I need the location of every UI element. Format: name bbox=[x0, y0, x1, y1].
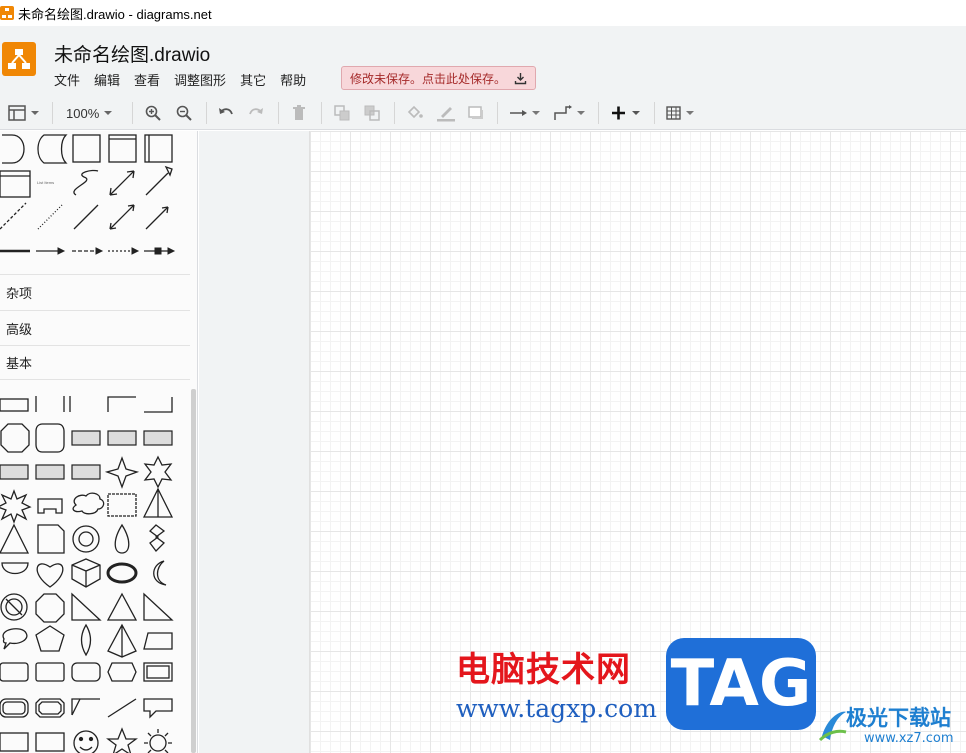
chevron-down-icon bbox=[104, 111, 113, 115]
panel-layout-icon bbox=[8, 105, 39, 121]
section-label: 高级 bbox=[6, 321, 33, 337]
to-front-button[interactable] bbox=[333, 102, 351, 124]
window-title: 未命名绘图.drawio - diagrams.net bbox=[18, 6, 212, 22]
sidebar-section-basic[interactable]: 基本 bbox=[0, 345, 190, 380]
watermark-cn-text: 电脑技术网 bbox=[456, 650, 631, 690]
shadow-button[interactable] bbox=[467, 102, 485, 124]
waypoints-dropdown[interactable] bbox=[553, 102, 587, 124]
sidebar-scrollbar[interactable] bbox=[191, 389, 196, 753]
zoom-in-button[interactable] bbox=[144, 102, 162, 124]
app-header: 未命名绘图.drawio 文件 编辑 查看 调整图形 其它 帮助 修改未保存。点… bbox=[0, 26, 966, 96]
redo-icon bbox=[249, 108, 263, 115]
waypoint-icon bbox=[554, 105, 585, 120]
zoom-out-icon bbox=[176, 105, 192, 121]
menu-view[interactable]: 查看 bbox=[134, 70, 160, 89]
sidebar-section-advanced[interactable]: 高级 bbox=[0, 310, 190, 345]
diagram-page-grid[interactable] bbox=[309, 131, 966, 753]
delay-shape bbox=[2, 134, 25, 164]
redo-button[interactable] bbox=[247, 102, 265, 124]
watermark-site-logo: 极光下载站 www.xz7.com bbox=[818, 700, 963, 750]
connection-style-dropdown[interactable] bbox=[508, 102, 542, 124]
unsaved-changes-button[interactable]: 修改未保存。点击此处保存。 bbox=[341, 66, 537, 90]
watermark-url: www.tagxp.com bbox=[456, 694, 657, 723]
data-storage-shape bbox=[37, 134, 68, 164]
format-panel-toggle[interactable] bbox=[8, 102, 42, 124]
drawio-app-icon bbox=[0, 6, 14, 20]
to-back-button[interactable] bbox=[363, 102, 381, 124]
table-icon bbox=[666, 106, 694, 120]
shapes-sidebar: List Items 杂项 高级 基本 bbox=[0, 131, 198, 753]
curve-shape bbox=[73, 169, 99, 196]
bidirectional-arrow-shape bbox=[109, 170, 135, 196]
arrow-right-icon bbox=[510, 110, 540, 116]
line-shape bbox=[73, 204, 99, 230]
watermark-site-cn: 极光下载站 bbox=[846, 706, 951, 730]
undo-button[interactable] bbox=[217, 102, 235, 124]
menu-extras[interactable]: 其它 bbox=[240, 70, 266, 89]
square-shape bbox=[72, 134, 101, 163]
main-toolbar: 100% bbox=[0, 96, 966, 130]
line-color-button[interactable] bbox=[436, 102, 456, 124]
basic-shapes-grid bbox=[0, 396, 174, 753]
pencil-icon bbox=[437, 107, 455, 122]
dotted-line-shape bbox=[37, 204, 63, 230]
save-warning-label: 修改未保存。点击此处保存。 bbox=[350, 71, 507, 86]
download-icon bbox=[514, 72, 527, 84]
delete-button[interactable] bbox=[290, 102, 308, 124]
list-items-hint: List Items bbox=[37, 180, 54, 185]
zoom-level: 100% bbox=[66, 105, 100, 121]
bidirectional-connector-shape bbox=[109, 204, 135, 230]
drawio-logo[interactable] bbox=[2, 42, 36, 76]
arrow-shape bbox=[145, 165, 173, 196]
menu-file[interactable]: 文件 bbox=[54, 70, 80, 89]
zoom-out-button[interactable] bbox=[175, 102, 193, 124]
menu-arrange[interactable]: 调整图形 bbox=[174, 70, 226, 89]
dashed-line-shape bbox=[0, 202, 27, 230]
zoom-in-icon bbox=[145, 105, 161, 121]
menu-bar: 文件 编辑 查看 调整图形 其它 帮助 bbox=[54, 70, 306, 89]
fill-color-button[interactable] bbox=[406, 102, 424, 124]
shadow-icon bbox=[468, 106, 483, 119]
watermark-tag-logo: TAG bbox=[666, 638, 816, 730]
trash-icon bbox=[293, 105, 305, 120]
sidebar-section-misc[interactable]: 杂项 bbox=[0, 274, 190, 309]
document-title[interactable]: 未命名绘图.drawio bbox=[54, 40, 210, 67]
insert-dropdown[interactable] bbox=[610, 102, 644, 124]
list-shape bbox=[0, 170, 31, 198]
aurora-logo-icon bbox=[818, 711, 847, 742]
section-label: 杂项 bbox=[6, 285, 33, 301]
general-shapes-grid: List Items bbox=[0, 134, 176, 255]
to-back-icon bbox=[364, 105, 380, 121]
directional-connector-shape bbox=[145, 206, 169, 230]
watermark-site-url: www.xz7.com bbox=[864, 731, 954, 746]
menu-edit[interactable]: 编辑 bbox=[94, 70, 120, 89]
table-dropdown[interactable] bbox=[666, 102, 700, 124]
menu-help[interactable]: 帮助 bbox=[280, 70, 306, 89]
drawio-logo-icon bbox=[8, 49, 30, 69]
undo-icon bbox=[219, 108, 233, 115]
window-titlebar: 未命名绘图.drawio - diagrams.net bbox=[0, 0, 966, 26]
paint-bucket-icon bbox=[407, 105, 423, 119]
to-front-icon bbox=[334, 105, 350, 121]
zoom-dropdown[interactable]: 100% bbox=[66, 102, 115, 124]
section-label: 基本 bbox=[6, 356, 33, 371]
plus-icon bbox=[612, 106, 640, 120]
